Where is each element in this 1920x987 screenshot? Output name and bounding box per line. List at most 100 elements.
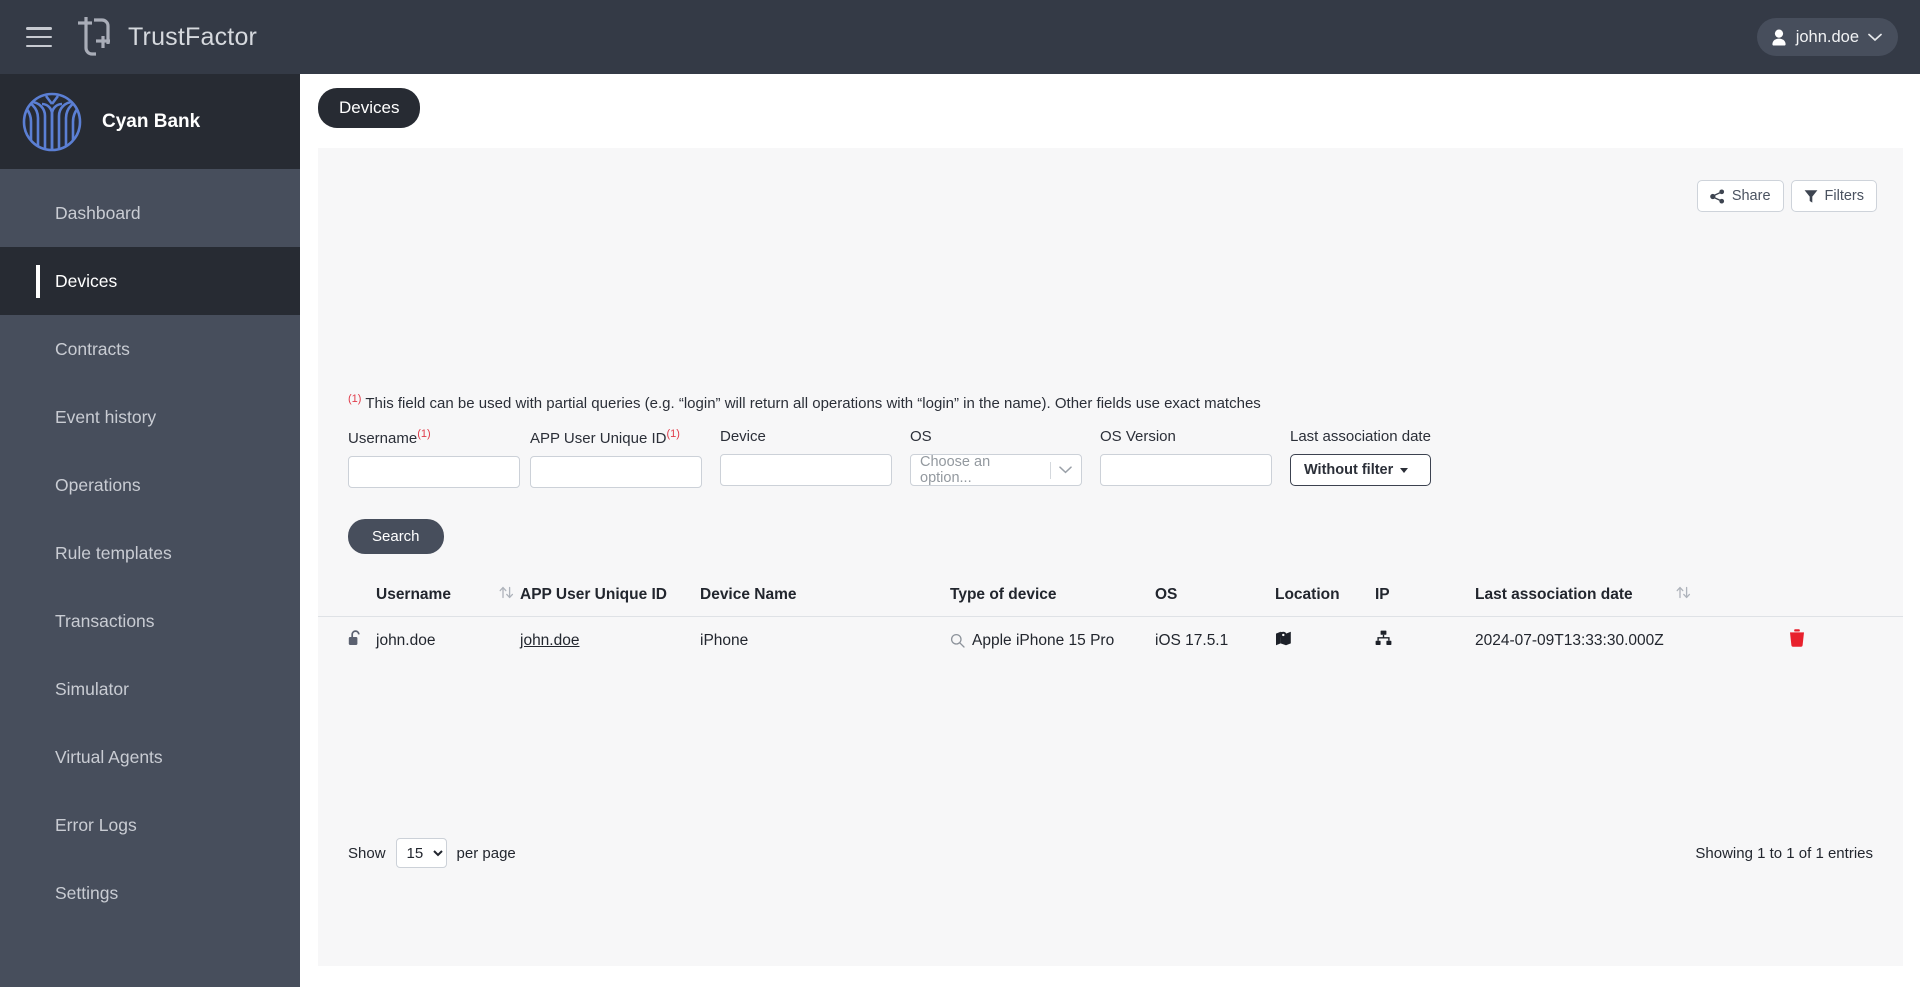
os-select[interactable]: Choose an option... bbox=[910, 454, 1082, 486]
per-page-label: per page bbox=[456, 844, 516, 862]
sidebar-item-label: Error Logs bbox=[55, 814, 137, 835]
sidebar-item-operations[interactable]: Operations bbox=[0, 451, 300, 519]
filter-last-association-date-label: Last association date bbox=[1290, 428, 1431, 445]
tenant-header: Cyan Bank bbox=[0, 74, 300, 169]
user-avatar-icon bbox=[1772, 29, 1786, 45]
top-bar: TrustFactor john.doe bbox=[0, 0, 1920, 74]
sidebar-item-label: Transactions bbox=[55, 610, 155, 631]
sidebar-item-label: Event history bbox=[55, 406, 157, 427]
hamburger-icon[interactable] bbox=[26, 27, 52, 47]
search-button[interactable]: Search bbox=[348, 519, 444, 554]
filter-appid-label: APP User Unique ID(1) bbox=[530, 428, 720, 447]
filters-button-label: Filters bbox=[1824, 188, 1864, 204]
cell-os: iOS 17.5.1 bbox=[1155, 631, 1229, 649]
main-content: Devices Share Filters (1) This field can… bbox=[300, 74, 1920, 987]
header-location[interactable]: Location bbox=[1275, 586, 1375, 604]
sidebar-item-error-logs[interactable]: Error Logs bbox=[0, 791, 300, 859]
user-menu-button[interactable]: john.doe bbox=[1756, 18, 1898, 56]
filter-last-association-date: Last association date Without filter bbox=[1290, 428, 1431, 488]
filter-device-label: Device bbox=[720, 428, 766, 445]
sort-arrows-icon[interactable] bbox=[1675, 585, 1745, 605]
sidebar-item-label: Devices bbox=[55, 270, 118, 291]
table-row: john.doe john.doe iPhone Apple iPhone 15… bbox=[318, 617, 1903, 664]
filter-username: Username(1) bbox=[348, 428, 530, 488]
cell-type-of-device-text: Apple iPhone 15 Pro bbox=[972, 631, 1115, 649]
pagination-bar: Show 15 per page Showing 1 to 1 of 1 ent… bbox=[348, 838, 1873, 868]
app-user-unique-id-input[interactable] bbox=[530, 456, 702, 488]
sidebar-item-rule-templates[interactable]: Rule templates bbox=[0, 519, 300, 587]
header-ip[interactable]: IP bbox=[1375, 586, 1475, 604]
filter-device: Device bbox=[720, 428, 910, 488]
sidebar-item-label: Virtual Agents bbox=[55, 746, 163, 767]
share-button-label: Share bbox=[1731, 188, 1771, 204]
filter-username-label: Username(1) bbox=[348, 428, 530, 447]
panel-actions: Share Filters bbox=[1696, 180, 1877, 212]
filter-os-version: OS Version bbox=[1100, 428, 1290, 488]
table-header-row: Username APP User Unique ID Device Name … bbox=[318, 573, 1903, 617]
filter-os: OS Choose an option... bbox=[910, 428, 1100, 488]
sidebar-item-settings[interactable]: Settings bbox=[0, 859, 300, 927]
header-type-of-device[interactable]: Type of device bbox=[950, 586, 1155, 604]
cell-type-of-device: Apple iPhone 15 Pro bbox=[950, 632, 1155, 650]
username-input[interactable] bbox=[348, 456, 520, 488]
sidebar-item-devices[interactable]: Devices bbox=[0, 247, 300, 315]
share-nodes-icon bbox=[1710, 188, 1724, 204]
device-input[interactable] bbox=[720, 454, 892, 486]
sidebar-item-dashboard[interactable]: Dashboard bbox=[0, 179, 300, 247]
select-separator bbox=[1050, 461, 1051, 479]
sidebar-item-virtual-agents[interactable]: Virtual Agents bbox=[0, 723, 300, 791]
sidebar-item-label: Contracts bbox=[55, 338, 130, 359]
filter-notice: (1) This field can be used with partial … bbox=[348, 393, 1261, 412]
sidebar-item-transactions[interactable]: Transactions bbox=[0, 587, 300, 655]
sidebar-nav: Dashboard Devices Contracts Event histor… bbox=[0, 169, 300, 927]
cell-device-name: iPhone bbox=[700, 631, 749, 649]
filter-os-label: OS bbox=[910, 428, 932, 445]
sidebar: Cyan Bank Dashboard Devices Contracts Ev… bbox=[0, 74, 300, 987]
sidebar-item-event-history[interactable]: Event history bbox=[0, 383, 300, 451]
filter-app-user-unique-id: APP User Unique ID(1) bbox=[530, 428, 720, 488]
filters-row: Username(1) APP User Unique ID(1) Device… bbox=[348, 428, 1431, 488]
unlock-icon[interactable] bbox=[348, 629, 376, 652]
without-filter-dropdown[interactable]: Without filter bbox=[1290, 454, 1431, 486]
marker: (1) bbox=[666, 428, 680, 440]
label-text: APP User Unique ID bbox=[530, 430, 667, 447]
label-text: Username bbox=[348, 430, 418, 447]
network-sitemap-icon[interactable] bbox=[1375, 630, 1392, 651]
share-button[interactable]: Share bbox=[1696, 180, 1784, 212]
devices-panel: Share Filters (1) This field can be used… bbox=[318, 148, 1903, 966]
funnel-icon bbox=[1804, 189, 1817, 203]
header-app-user-unique-id[interactable]: APP User Unique ID bbox=[520, 586, 700, 604]
tab-devices[interactable]: Devices bbox=[318, 88, 421, 128]
sidebar-item-label: Simulator bbox=[55, 678, 129, 699]
sidebar-item-label: Dashboard bbox=[55, 202, 141, 223]
sidebar-item-simulator[interactable]: Simulator bbox=[0, 655, 300, 723]
app-title: TrustFactor bbox=[128, 22, 258, 51]
trustfactor-logo-icon bbox=[78, 17, 110, 56]
user-name: john.doe bbox=[1795, 27, 1859, 46]
header-os[interactable]: OS bbox=[1155, 586, 1275, 604]
magnifier-icon[interactable] bbox=[950, 633, 965, 648]
header-username[interactable]: Username bbox=[376, 586, 498, 604]
page-size-select[interactable]: 15 bbox=[395, 838, 447, 868]
os-select-value: Choose an option... bbox=[920, 454, 991, 486]
caret-down-icon bbox=[1400, 467, 1409, 473]
entries-count: Showing 1 to 1 of 1 entries bbox=[1695, 844, 1873, 862]
sort-arrows-icon[interactable] bbox=[498, 585, 520, 605]
cell-username: john.doe bbox=[376, 631, 436, 649]
marker: (1) bbox=[417, 428, 431, 440]
map-location-icon[interactable] bbox=[1275, 630, 1292, 652]
header-device-name[interactable]: Device Name bbox=[700, 586, 950, 604]
app-root: TrustFactor john.doe Cyan Bank Dashboard… bbox=[0, 0, 1920, 987]
devices-table: Username APP User Unique ID Device Name … bbox=[318, 573, 1903, 664]
cell-app-user-unique-id-link[interactable]: john.doe bbox=[520, 632, 579, 649]
sidebar-item-label: Settings bbox=[55, 882, 119, 903]
filters-button[interactable]: Filters bbox=[1790, 180, 1877, 212]
tab-strip: Devices bbox=[300, 74, 1920, 142]
sidebar-item-contracts[interactable]: Contracts bbox=[0, 315, 300, 383]
show-label: Show bbox=[348, 844, 386, 862]
header-last-association-date[interactable]: Last association date bbox=[1475, 586, 1675, 604]
trash-icon[interactable] bbox=[1789, 629, 1805, 652]
cyan-bank-logo-icon bbox=[22, 92, 82, 151]
notice-text: This field can be used with partial quer… bbox=[365, 395, 1261, 412]
os-version-input[interactable] bbox=[1100, 454, 1272, 486]
